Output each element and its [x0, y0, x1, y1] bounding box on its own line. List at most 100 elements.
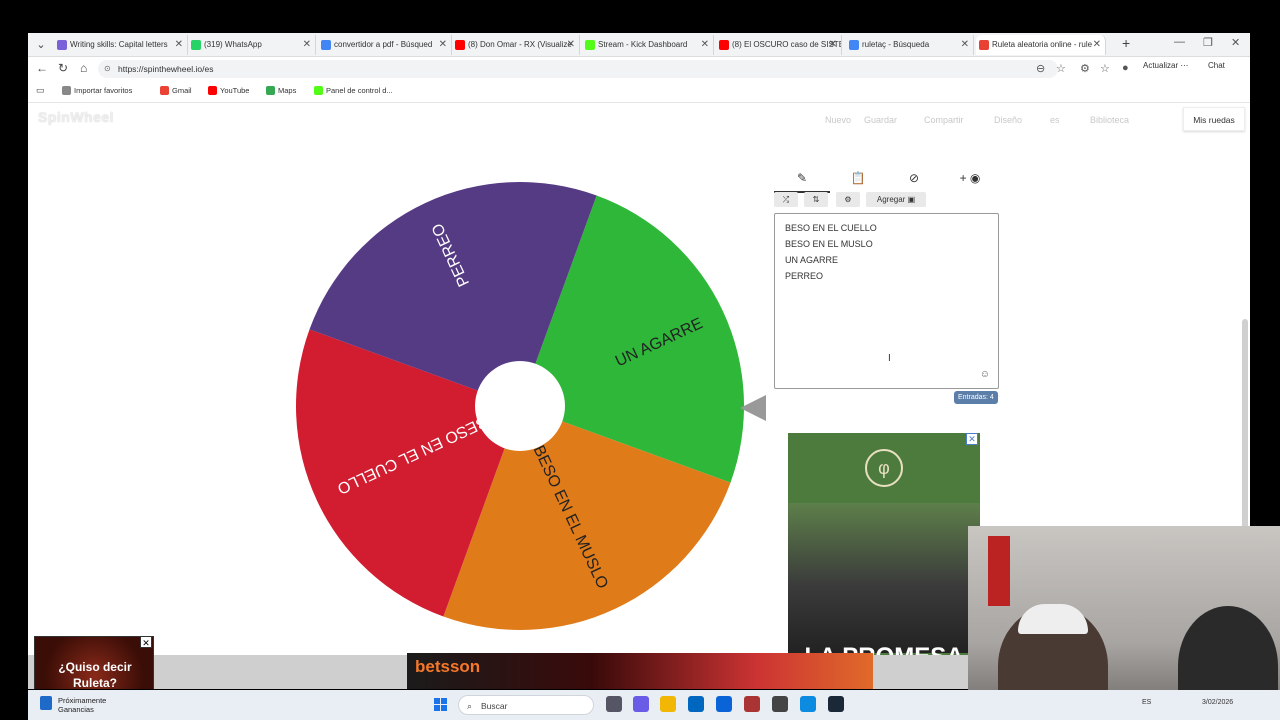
new-tab-icon[interactable]: + [1122, 35, 1130, 51]
menu-library[interactable]: Biblioteca [1090, 115, 1129, 125]
menu-language[interactable]: es [1050, 115, 1060, 125]
tab-1[interactable]: Writing skills: Capital letters ✕ [54, 35, 188, 55]
menu-design[interactable]: Diseño [994, 115, 1022, 125]
spin-wheel[interactable]: UN AGARREBESO EN EL MUSLOBESO EN EL CUEL… [294, 180, 746, 632]
menu-share[interactable]: Compartir [924, 115, 964, 125]
bookmark-3[interactable]: YouTube [208, 86, 249, 95]
entries-textarea[interactable]: BESO EN EL CUELLO BESO EN EL MUSLO UN AGAR… [774, 213, 999, 389]
edge-icon[interactable] [800, 696, 816, 712]
emoji-icon[interactable]: ☺ [980, 369, 990, 380]
settings-icon[interactable]: ⚙ [836, 192, 860, 207]
tab-5[interactable]: Stream - Kick Dashboard ✕ [582, 35, 714, 55]
tab-label: convertidor a pdf - Búsqued [334, 40, 433, 49]
clock-date[interactable]: 3/02/2026 [1202, 699, 1233, 706]
tab-hidden-icon[interactable]: ⊘ [886, 171, 942, 185]
tab-4[interactable]: (8) Don Omar - RX (Visualize ✕ [452, 35, 580, 55]
tab-list-icon[interactable]: ⌄ [32, 36, 50, 54]
add-image-button[interactable]: Agregar ▣ [866, 192, 926, 207]
language-indicator[interactable]: ES [1142, 699, 1151, 706]
entry-line[interactable]: UN AGARRE [785, 252, 988, 268]
tab-favicon-icon [321, 40, 331, 50]
reload-icon[interactable]: ↻ [58, 61, 68, 75]
bookmark-4[interactable]: Maps [266, 86, 296, 95]
ad-close-icon[interactable]: ✕ [966, 433, 978, 445]
tab-close-icon[interactable]: ✕ [567, 35, 575, 55]
sort-icon[interactable]: ⇅ [804, 192, 828, 207]
bookmark-2[interactable]: Gmail [160, 86, 192, 95]
tab-close-icon[interactable]: ✕ [175, 35, 183, 55]
tab-2[interactable]: (319) WhatsApp ✕ [188, 35, 316, 55]
tab-7[interactable]: ruletaç - Búsqueda ✕ [846, 35, 974, 55]
obs-icon[interactable] [772, 696, 788, 712]
tab-close-icon[interactable]: ✕ [829, 35, 837, 55]
more-info-icon[interactable]: ⊖ [1036, 62, 1045, 75]
app-icon[interactable] [744, 696, 760, 712]
tab-close-icon[interactable]: ✕ [961, 35, 969, 55]
tab-6[interactable]: (8) El OSCURO caso de SISTE ✕ [716, 35, 842, 55]
taskbar-search[interactable]: ⌕ Buscar [458, 695, 594, 715]
outlook-icon[interactable] [716, 696, 732, 712]
file-explorer-icon[interactable] [660, 696, 676, 712]
tab-close-icon[interactable]: ✕ [701, 35, 709, 55]
search-placeholder: Buscar [481, 701, 508, 711]
webcam-decor [988, 536, 1010, 606]
favorites-icon[interactable]: ☆ [1100, 62, 1110, 75]
steam-icon[interactable] [828, 696, 844, 712]
bookmark-1[interactable]: Importar favoritos [62, 86, 132, 95]
restore-icon[interactable]: ❐ [1203, 36, 1213, 49]
tab-close-icon[interactable]: ✕ [439, 35, 447, 55]
bookmarks-bar: ▭ Importar favoritos Gmail YouTube Maps Pane… [28, 81, 1250, 103]
tab-close-icon[interactable]: ✕ [303, 35, 311, 55]
ad-la-promesa[interactable]: φ LA PROMESA [788, 433, 980, 689]
tab-label: (8) El OSCURO caso de SISTE [732, 40, 842, 49]
tab-results-icon[interactable]: 📋 [830, 171, 886, 185]
bookmark-icon [314, 86, 323, 95]
entry-line[interactable]: PERREO [785, 268, 988, 284]
toolbar: ← ↻ ⌂ ⊙ https://spinthewheel.io/es ⊖ ☆ ⚙… [28, 57, 1250, 81]
my-wheels-button[interactable]: Mis ruedas [1183, 107, 1245, 131]
close-window-icon[interactable]: ✕ [1231, 36, 1240, 49]
bookmark-star-icon[interactable]: ☆ [1056, 62, 1066, 75]
tab-close-icon[interactable]: ✕ [1093, 35, 1101, 55]
sidebar-icon[interactable]: ▭ [36, 85, 45, 96]
address-bar[interactable]: ⊙ https://spinthewheel.io/es [98, 60, 1058, 78]
tab-3[interactable]: convertidor a pdf - Búsqued ✕ [318, 35, 452, 55]
webcam-cap [1018, 604, 1088, 634]
entries-count-badge: Entradas: 4 [954, 391, 998, 404]
taskbar-widget[interactable]: Próximamente Ganancias [40, 696, 106, 714]
home-icon[interactable]: ⌂ [80, 61, 87, 75]
chat-button[interactable]: Chat [1208, 61, 1225, 70]
entry-line[interactable]: BESO EN EL CUELLO [785, 220, 988, 236]
start-icon[interactable] [434, 698, 448, 712]
tab-favicon-icon [585, 40, 595, 50]
extensions-icon[interactable]: ⚙ [1080, 62, 1090, 75]
shuffle-icon[interactable]: ⤮ [774, 192, 798, 207]
tab-edit-icon[interactable]: ✎ [774, 171, 830, 193]
menu-save[interactable]: Guardar [864, 115, 897, 125]
minimize-icon[interactable]: — [1174, 36, 1185, 48]
menu-new[interactable]: Nuevo [825, 115, 851, 125]
bookmark-5[interactable]: Panel de control d... [314, 86, 393, 95]
task-view-icon[interactable] [606, 696, 622, 712]
entry-line[interactable]: BESO EN EL MUSLO [785, 236, 988, 252]
profile-avatar[interactable]: ● [1122, 62, 1129, 74]
ad-roulette-close-icon[interactable]: ✕ [140, 636, 152, 648]
bookmark-label: Gmail [172, 86, 192, 95]
back-icon[interactable]: ← [36, 61, 48, 75]
wheel-center[interactable] [475, 361, 565, 451]
tab-label: (319) WhatsApp [204, 40, 262, 49]
ad-photo [788, 503, 980, 653]
tab-8[interactable]: Ruleta aleatoria online - rule ✕ [976, 35, 1106, 55]
page-scrollbar[interactable] [1242, 319, 1248, 559]
site-info-icon[interactable]: ⊙ [104, 60, 111, 78]
ad-betsson[interactable]: betsson [407, 653, 873, 689]
bookmark-icon [266, 86, 275, 95]
site-logo[interactable]: SpinWheel [38, 109, 114, 125]
ad-roulette[interactable]: ¿Quiso decir Ruleta? [34, 636, 154, 689]
update-button[interactable]: Actualizar ⋯ [1143, 61, 1188, 70]
tab-colors-icon[interactable]: + ◉ [942, 171, 998, 185]
search-icon: ⌕ [467, 701, 473, 711]
tab-strip: ⌄ Writing skills: Capital letters ✕ (319) … [28, 33, 1250, 57]
store-icon[interactable] [688, 696, 704, 712]
copilot-icon[interactable] [633, 696, 649, 712]
